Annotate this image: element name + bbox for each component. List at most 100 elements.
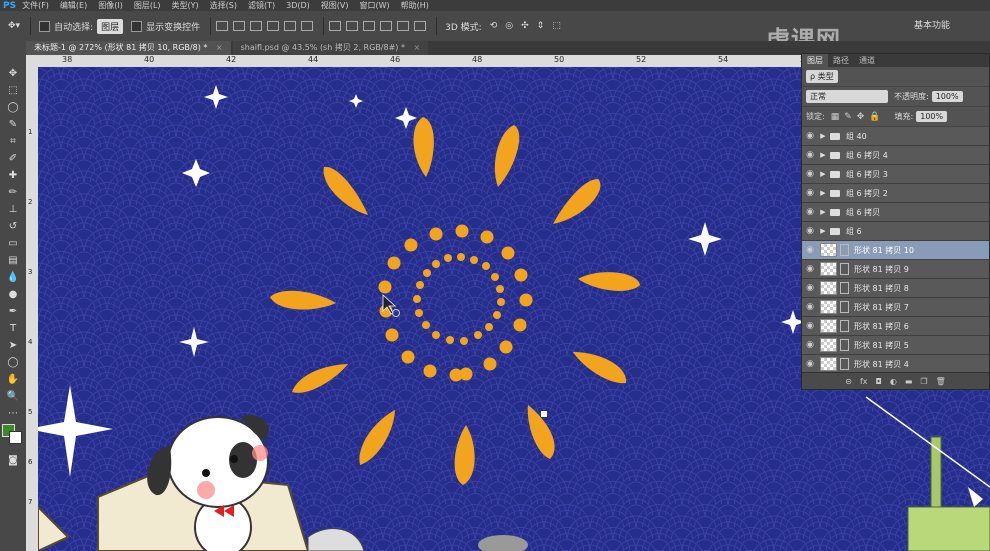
tab-shaifl[interactable]: shaifl.psd @ 43.5% (sh 拷贝 2, RGB/8#) * × xyxy=(232,41,429,55)
lock-all-icon[interactable]: 🔒 xyxy=(869,112,880,122)
layer-row[interactable]: ◉ 形状 81 拷贝 5 xyxy=(802,336,989,355)
type-tool-icon[interactable]: T xyxy=(0,320,26,337)
quick-select-tool-icon[interactable]: ✎ xyxy=(0,116,26,133)
auto-select-checkbox[interactable]: 自动选择: 图层 xyxy=(39,18,124,34)
workspace-switcher[interactable]: 基本功能 xyxy=(914,18,950,31)
tab-untitled-1[interactable]: 未标题-1 @ 272% (形状 81 拷贝 10, RGB/8) * × xyxy=(26,41,231,55)
gradient-tool-icon[interactable]: ▤ xyxy=(0,252,26,269)
lock-transparent-icon[interactable]: ▦ xyxy=(831,112,840,122)
menu-filter[interactable]: 滤镜(T) xyxy=(248,0,275,11)
distribute-right-icon[interactable] xyxy=(414,21,427,31)
visibility-eye-icon[interactable]: ◉ xyxy=(802,131,818,141)
trash-icon[interactable]: 🗑 xyxy=(936,377,946,386)
expand-arrow-icon[interactable]: ▶ xyxy=(818,208,828,216)
align-left-icon[interactable] xyxy=(267,21,280,31)
layer-row[interactable]: ◉ 形状 81 拷贝 6 xyxy=(802,317,989,336)
crop-tool-icon[interactable]: ⌗ xyxy=(0,133,26,150)
opacity-input[interactable]: 100% xyxy=(931,91,963,102)
history-brush-icon[interactable]: ↺ xyxy=(0,218,26,235)
menu-layer[interactable]: 图层(L) xyxy=(134,0,161,11)
eyedropper-tool-icon[interactable]: ✐ xyxy=(0,150,26,167)
move-tool-icon[interactable]: ✥ xyxy=(0,65,26,82)
fx-icon[interactable]: fx xyxy=(860,377,868,386)
expand-arrow-icon[interactable]: ▶ xyxy=(818,151,828,159)
visibility-eye-icon[interactable]: ◉ xyxy=(802,340,818,350)
visibility-eye-icon[interactable]: ◉ xyxy=(802,283,818,293)
roll-3d-icon[interactable]: ◎ xyxy=(505,21,513,31)
visibility-eye-icon[interactable]: ◉ xyxy=(802,245,818,255)
marquee-tool-icon[interactable]: ⬚ xyxy=(0,82,26,99)
visibility-eye-icon[interactable]: ◉ xyxy=(802,169,818,179)
tab-layers[interactable]: 图层 xyxy=(802,54,828,67)
distribute-hcenter-icon[interactable] xyxy=(397,21,410,31)
layer-row[interactable]: ◉ ▶ 组 6 拷贝 4 xyxy=(802,146,989,165)
layer-row[interactable]: ◉ ▶ 组 40 xyxy=(802,127,989,146)
brush-tool-icon[interactable]: ✏ xyxy=(0,184,26,201)
zoom-tool-icon[interactable]: 🔍 xyxy=(0,388,26,405)
align-vcenter-icon[interactable] xyxy=(233,21,246,31)
new-layer-icon[interactable]: ❐ xyxy=(920,377,927,386)
tab-paths[interactable]: 路径 xyxy=(828,54,854,67)
eraser-tool-icon[interactable]: ▭ xyxy=(0,235,26,252)
stamp-tool-icon[interactable]: ⊥ xyxy=(0,201,26,218)
blur-tool-icon[interactable]: 💧 xyxy=(0,269,26,286)
distribute-top-icon[interactable] xyxy=(329,21,342,31)
visibility-eye-icon[interactable]: ◉ xyxy=(802,226,818,236)
orbit-3d-icon[interactable]: ⟲ xyxy=(490,21,498,31)
shape-tool-icon[interactable]: ◯ xyxy=(0,354,26,371)
blend-mode-dropdown[interactable]: 正常 xyxy=(806,90,888,103)
distribute-left-icon[interactable] xyxy=(380,21,393,31)
lock-position-icon[interactable]: ✥ xyxy=(857,112,865,122)
expand-arrow-icon[interactable]: ▶ xyxy=(818,170,828,178)
expand-arrow-icon[interactable]: ▶ xyxy=(818,189,828,197)
align-hcenter-icon[interactable] xyxy=(284,21,297,31)
align-bottom-icon[interactable] xyxy=(250,21,263,31)
hand-tool-icon[interactable]: ✋ xyxy=(0,371,26,388)
align-top-icon[interactable] xyxy=(216,21,229,31)
menu-3d[interactable]: 3D(D) xyxy=(286,1,310,10)
folder-icon[interactable]: ▬ xyxy=(905,377,913,386)
expand-arrow-icon[interactable]: ▶ xyxy=(818,132,828,140)
layer-row[interactable]: ◉ 形状 81 拷贝 7 xyxy=(802,298,989,317)
more-tools-icon[interactable]: ⋯ xyxy=(0,405,26,422)
visibility-eye-icon[interactable]: ◉ xyxy=(802,188,818,198)
fill-input[interactable]: 100% xyxy=(916,111,948,122)
menu-help[interactable]: 帮助(H) xyxy=(401,0,429,11)
close-icon[interactable]: × xyxy=(414,43,421,52)
path-select-tool-icon[interactable]: ➤ xyxy=(0,337,26,354)
lasso-tool-icon[interactable]: ◯ xyxy=(0,99,26,116)
expand-arrow-icon[interactable]: ▶ xyxy=(818,227,828,235)
menu-view[interactable]: 视图(V) xyxy=(321,0,349,11)
menu-edit[interactable]: 编辑(E) xyxy=(60,0,87,11)
scale-3d-icon[interactable]: ⬚ xyxy=(552,21,561,31)
background-color-swatch[interactable] xyxy=(9,431,22,444)
healing-tool-icon[interactable]: ✚ xyxy=(0,167,26,184)
link-icon[interactable]: ⊝ xyxy=(845,377,852,386)
pan-3d-icon[interactable]: ✣ xyxy=(521,21,529,31)
layer-filter-dropdown[interactable]: ρ 类型 xyxy=(806,70,838,83)
adjustment-icon[interactable]: ◐ xyxy=(890,377,897,386)
layer-row[interactable]: ◉ ▶ 组 6 拷贝 3 xyxy=(802,165,989,184)
move-tool-icon[interactable]: ✥▾ xyxy=(8,21,20,31)
layer-row-selected[interactable]: ◉ 形状 81 拷贝 10 xyxy=(802,241,989,260)
lock-pixels-icon[interactable]: ✎ xyxy=(844,112,852,122)
quick-mask-icon[interactable]: ◙ xyxy=(0,452,26,469)
dodge-tool-icon[interactable]: ● xyxy=(0,286,26,303)
tab-channels[interactable]: 通道 xyxy=(854,54,880,67)
layer-row[interactable]: ◉ ▶ 组 6 拷贝 xyxy=(802,203,989,222)
auto-select-dropdown[interactable]: 图层 xyxy=(97,18,124,34)
layer-row[interactable]: ◉ ▶ 组 6 xyxy=(802,222,989,241)
menu-window[interactable]: 窗口(W) xyxy=(360,0,390,11)
pen-tool-icon[interactable]: ✒ xyxy=(0,303,26,320)
visibility-eye-icon[interactable]: ◉ xyxy=(802,264,818,274)
visibility-eye-icon[interactable]: ◉ xyxy=(802,359,818,369)
visibility-eye-icon[interactable]: ◉ xyxy=(802,321,818,331)
layer-row[interactable]: ◉ 形状 81 拷贝 9 xyxy=(802,260,989,279)
menu-file[interactable]: 文件(F) xyxy=(22,0,49,11)
distribute-bottom-icon[interactable] xyxy=(363,21,376,31)
layer-row[interactable]: ◉ ▶ 组 6 拷贝 2 xyxy=(802,184,989,203)
visibility-eye-icon[interactable]: ◉ xyxy=(802,150,818,160)
show-transform-checkbox[interactable]: 显示变换控件 xyxy=(131,20,200,33)
visibility-eye-icon[interactable]: ◉ xyxy=(802,207,818,217)
menu-type[interactable]: 类型(Y) xyxy=(172,0,199,11)
